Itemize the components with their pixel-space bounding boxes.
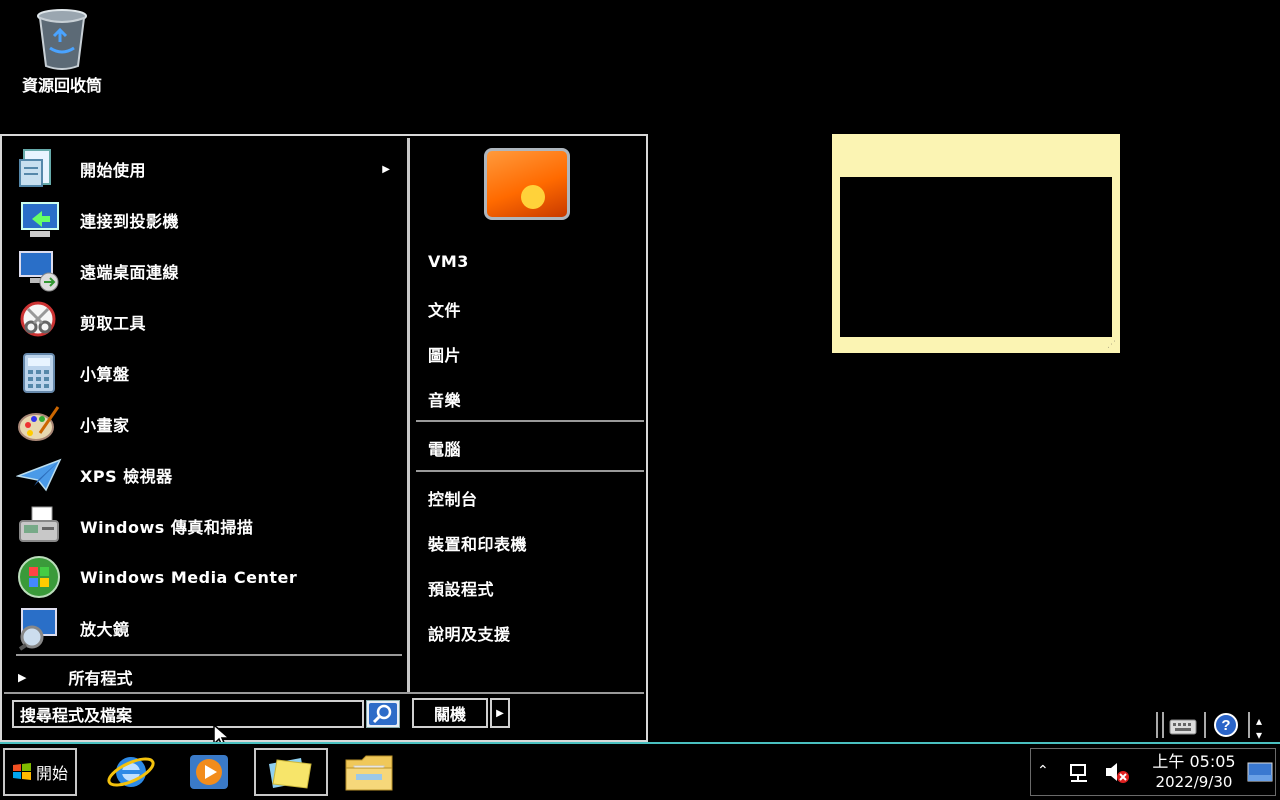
help-icon[interactable]: ? [1212, 712, 1240, 742]
column-divider [407, 138, 410, 692]
program-label: Windows Media Center [80, 567, 298, 587]
shutdown-button[interactable]: 關機 [412, 698, 488, 728]
separator [416, 420, 644, 422]
separator [16, 654, 402, 656]
link-documents[interactable]: 文件 [428, 297, 461, 321]
ie-icon [107, 757, 155, 787]
link-help-support[interactable]: 說明及支援 [428, 621, 511, 645]
show-desktop-icon [1247, 762, 1273, 782]
recycle-bin-icon [34, 8, 90, 70]
shutdown-options-button[interactable]: ▶ [490, 698, 510, 728]
search-input[interactable]: 搜尋程式及檔案 [12, 700, 364, 728]
show-hidden-icons-button[interactable]: ⌃ [1037, 763, 1049, 779]
link-computer[interactable]: 電腦 [428, 436, 461, 460]
magnifier-icon [16, 605, 66, 651]
getting-started-icon [16, 146, 66, 192]
program-label: 連接到投影機 [80, 212, 180, 231]
program-xps-viewer[interactable]: XPS 檢視器 [15, 450, 406, 500]
all-programs-button[interactable]: ▶ 所有程式 [18, 662, 132, 692]
system-clock[interactable]: 上午 05:05 2022/9/30 [1149, 751, 1239, 793]
start-menu: 開始使用 ▶ 連接到投影機 遠端桌面連線 剪取工具 小算盤 小畫家 XPS 檢視… [0, 134, 648, 742]
program-snipping-tool[interactable]: 剪取工具 [16, 297, 406, 347]
program-label: XPS 檢視器 [80, 467, 173, 486]
taskbar-media-player[interactable] [172, 748, 246, 796]
program-paint[interactable]: 小畫家 [16, 399, 406, 449]
submenu-arrow-icon: ▶ [382, 163, 390, 175]
program-label: 放大鏡 [80, 620, 130, 639]
sticky-note-body[interactable] [840, 177, 1112, 337]
media-player-icon [190, 755, 228, 789]
separator [1248, 712, 1250, 738]
windows-logo-icon [12, 763, 31, 780]
program-label: 剪取工具 [80, 314, 147, 333]
search-icon [369, 703, 397, 725]
program-label: Windows 傳真和掃描 [80, 518, 254, 537]
start-menu-places: VM3 文件 圖片 音樂 電腦 控制台 裝置和印表機 預設程式 說明及支援 [412, 140, 646, 692]
program-remote-desktop[interactable]: 遠端桌面連線 [16, 246, 406, 296]
taskbar-internet-explorer[interactable] [94, 748, 168, 796]
network-icon[interactable] [1067, 759, 1093, 789]
notification-area: ⌃ 上午 05:05 2022/9/30 [1030, 748, 1276, 796]
fax-scan-icon [16, 503, 66, 549]
calculator-icon [16, 350, 66, 396]
chevron-right-icon: ▶ [496, 707, 504, 719]
program-media-center[interactable]: Windows Media Center [16, 552, 406, 602]
separator [416, 470, 644, 472]
program-label: 遠端桌面連線 [80, 263, 180, 282]
link-pictures[interactable]: 圖片 [428, 342, 461, 366]
snipping-tool-icon [16, 299, 66, 345]
program-label: 小算盤 [80, 365, 130, 384]
remote-desktop-icon [16, 248, 66, 294]
search-button[interactable] [366, 700, 400, 728]
program-getting-started[interactable]: 開始使用 ▶ [16, 144, 406, 194]
flower-icon [521, 185, 545, 209]
user-avatar[interactable] [484, 148, 570, 220]
overflow-arrows-icon[interactable]: ▴ ▾ [1256, 714, 1262, 742]
resize-grip-icon[interactable]: ⋰ [1107, 340, 1116, 350]
taskbar-file-explorer[interactable] [332, 748, 406, 796]
all-programs-label: 所有程式 [68, 669, 133, 688]
media-center-icon [16, 554, 66, 600]
clock-time: 上午 05:05 [1152, 752, 1236, 771]
projector-icon [16, 197, 66, 243]
program-calculator[interactable]: 小算盤 [16, 348, 406, 398]
recycle-bin-desktop-icon[interactable]: 資源回收筒 [6, 8, 118, 96]
separator [1156, 712, 1158, 738]
show-desktop-button[interactable] [1247, 761, 1273, 787]
program-fax-scan[interactable]: Windows 傳真和掃描 [16, 501, 406, 551]
chevron-right-icon: ▶ [18, 670, 27, 684]
clock-date: 2022/9/30 [1155, 773, 1233, 791]
sticky-notes-icon [269, 758, 312, 789]
link-default-programs[interactable]: 預設程式 [428, 576, 494, 600]
link-control-panel[interactable]: 控制台 [428, 486, 478, 510]
taskbar-sticky-notes[interactable] [254, 748, 328, 796]
link-user-folder[interactable]: VM3 [428, 252, 469, 271]
start-label: 開始 [35, 764, 68, 783]
desktop-toolbar: ? ▴ ▾ [1152, 710, 1280, 742]
search-placeholder: 搜尋程式及檔案 [20, 706, 133, 725]
program-label: 小畫家 [80, 416, 130, 435]
start-button[interactable]: 開始 [3, 748, 77, 796]
volume-muted-icon[interactable] [1103, 759, 1131, 789]
program-label: 開始使用 [80, 161, 147, 180]
recycle-bin-label: 資源回收筒 [21, 76, 102, 95]
paint-icon [16, 401, 66, 447]
program-connect-projector[interactable]: 連接到投影機 [16, 195, 406, 245]
separator [1204, 712, 1206, 738]
keyboard-icon[interactable] [1168, 714, 1198, 740]
svg-text:?: ? [1221, 717, 1230, 734]
link-devices-printers[interactable]: 裝置和印表機 [428, 531, 527, 555]
separator [1162, 712, 1164, 738]
start-menu-programs: 開始使用 ▶ 連接到投影機 遠端桌面連線 剪取工具 小算盤 小畫家 XPS 檢視… [6, 140, 406, 694]
taskbar: 開始 ⌃ 上午 05:05 2022/9/30 [0, 742, 1280, 800]
xps-viewer-icon [15, 452, 66, 498]
program-magnifier[interactable]: 放大鏡 [16, 603, 406, 653]
sticky-note[interactable]: ⋰ [832, 134, 1120, 353]
folder-icon [345, 755, 393, 791]
link-music[interactable]: 音樂 [428, 387, 461, 411]
separator [4, 692, 644, 694]
